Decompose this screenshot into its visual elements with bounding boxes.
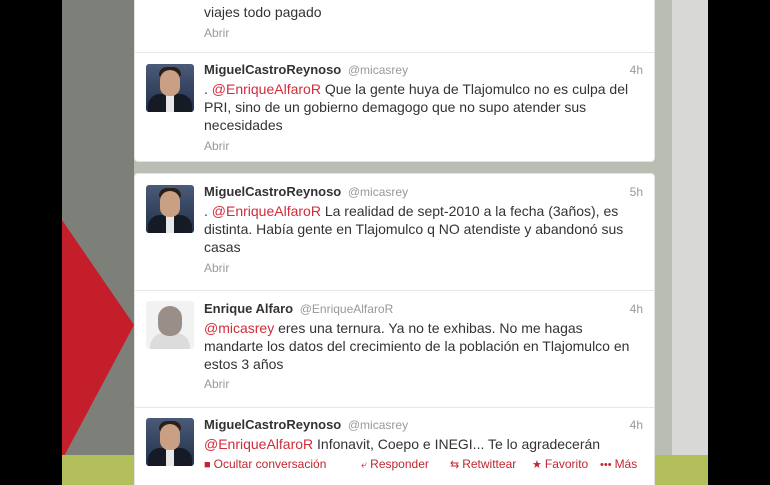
- retweet-button[interactable]: ⇆ Retwittear: [450, 457, 516, 471]
- avatar[interactable]: [146, 418, 194, 466]
- tweet-header: MiguelCastroReynoso @micasrey 5h: [204, 184, 643, 200]
- user-name[interactable]: Enrique Alfaro: [204, 301, 293, 316]
- tweet-card: viajes todo pagado Abrir MiguelCastroRey…: [134, 0, 655, 162]
- tweet-card: MiguelCastroReynoso @micasrey 5h . @Enri…: [134, 173, 655, 485]
- more-icon: •••: [600, 459, 612, 471]
- tweet-header: MiguelCastroReynoso @micasrey 4h: [204, 417, 643, 433]
- open-link[interactable]: Abrir: [204, 261, 229, 275]
- tweet-time[interactable]: 4h: [630, 417, 643, 433]
- background-right-panel: [672, 0, 708, 485]
- text-prefix: .: [204, 203, 212, 219]
- user-handle[interactable]: @micasrey: [348, 185, 408, 199]
- more-button[interactable]: ••• Más: [600, 457, 637, 471]
- page-background: viajes todo pagado Abrir MiguelCastroRey…: [62, 0, 708, 485]
- open-link[interactable]: Abrir: [204, 139, 229, 153]
- tweet-time[interactable]: 4h: [630, 62, 643, 78]
- open-link[interactable]: Abrir: [204, 377, 229, 391]
- mention-link[interactable]: @EnriqueAlfaroR: [212, 81, 321, 97]
- avatar[interactable]: [146, 185, 194, 233]
- tweet-time[interactable]: 5h: [630, 184, 643, 200]
- user-handle[interactable]: @micasrey: [348, 63, 408, 77]
- tweet-text: viajes todo pagado: [204, 4, 322, 20]
- comment-icon: ■: [204, 459, 211, 471]
- tweet-time[interactable]: 4h: [630, 301, 643, 317]
- avatar[interactable]: [146, 64, 194, 112]
- avatar[interactable]: [146, 301, 194, 349]
- user-name[interactable]: MiguelCastroReynoso: [204, 184, 341, 199]
- user-name[interactable]: MiguelCastroReynoso: [204, 62, 341, 77]
- tweet-item[interactable]: viajes todo pagado Abrir: [135, 0, 654, 43]
- tweet-item[interactable]: MiguelCastroReynoso @micasrey 4h . @Enri…: [135, 53, 654, 163]
- tweet-text: . @EnriqueAlfaroR Que la gente huya de T…: [204, 80, 644, 134]
- mention-link[interactable]: @micasrey: [204, 320, 274, 336]
- tweet-item[interactable]: Enrique Alfaro @EnriqueAlfaroR 4h @micas…: [135, 291, 654, 408]
- tweet-text: @EnriqueAlfaroR Infonavit, Coepo e INEGI…: [204, 435, 644, 453]
- tweet-header: Enrique Alfaro @EnriqueAlfaroR 4h: [204, 301, 643, 317]
- favorite-button[interactable]: ★ Favorito: [532, 457, 588, 471]
- tweet-item[interactable]: MiguelCastroReynoso @micasrey 5h . @Enri…: [135, 174, 654, 291]
- tweet-text: . @EnriqueAlfaroR La realidad de sept-20…: [204, 202, 644, 256]
- reply-icon: ⤶: [361, 459, 368, 471]
- tweet-body: Infonavit, Coepo e INEGI... Te lo agrade…: [313, 436, 601, 452]
- reply-label: Responder: [370, 457, 429, 471]
- open-link[interactable]: Abrir: [204, 26, 229, 40]
- tweet-header: MiguelCastroReynoso @micasrey 4h: [204, 62, 643, 78]
- user-name[interactable]: MiguelCastroReynoso: [204, 417, 341, 432]
- user-handle[interactable]: @EnriqueAlfaroR: [300, 302, 394, 316]
- retweet-label: Retwittear: [462, 457, 517, 471]
- tweet-text: @micasrey eres una ternura. Ya no te exh…: [204, 319, 644, 373]
- user-handle[interactable]: @micasrey: [348, 418, 408, 432]
- tweet-item[interactable]: MiguelCastroReynoso @micasrey 4h @Enriqu…: [135, 408, 654, 485]
- favorite-label: Favorito: [544, 457, 589, 471]
- mention-link[interactable]: @EnriqueAlfaroR: [212, 203, 321, 219]
- mention-link[interactable]: @EnriqueAlfaroR: [204, 436, 313, 452]
- more-label: Más: [614, 457, 638, 471]
- star-icon: ★: [532, 459, 542, 471]
- hide-conversation-label: Ocultar conversación: [213, 457, 327, 471]
- retweet-icon: ⇆: [450, 459, 460, 471]
- text-prefix: .: [204, 81, 212, 97]
- hide-conversation-link[interactable]: ■ Ocultar conversación: [204, 457, 326, 471]
- reply-button[interactable]: ⤶ Responder: [361, 457, 429, 472]
